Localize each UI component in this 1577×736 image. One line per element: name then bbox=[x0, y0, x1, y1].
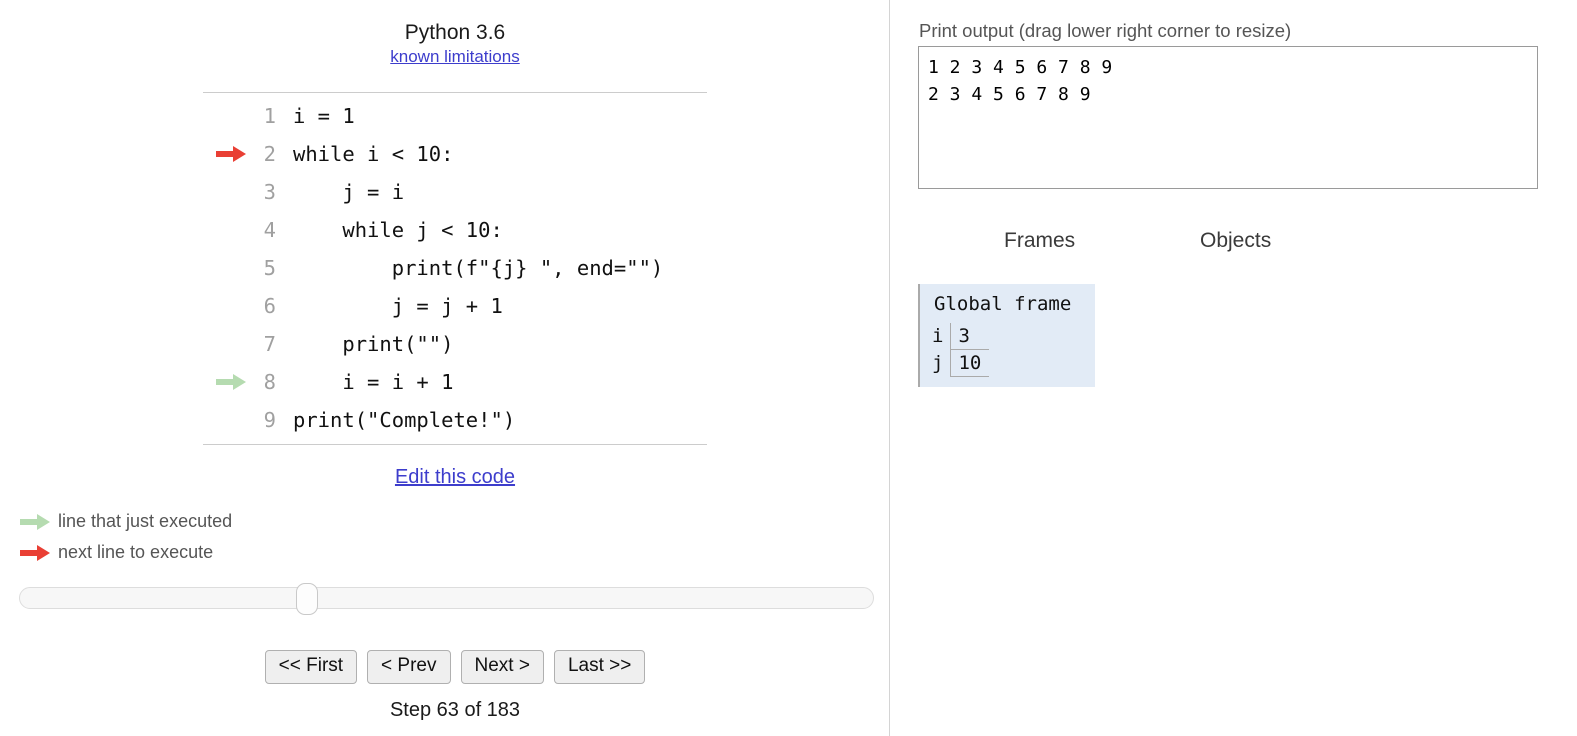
objects-heading: Objects bbox=[1200, 229, 1272, 252]
variable-value: 10 bbox=[950, 349, 990, 377]
line-source: i = 1 bbox=[293, 104, 355, 128]
red-arrow-icon bbox=[216, 146, 246, 162]
edit-this-code-link[interactable]: Edit this code bbox=[203, 466, 707, 489]
python-version-label: Python 3.6 bbox=[404, 21, 506, 44]
line-source: print(f"{j} ", end="") bbox=[293, 256, 664, 280]
global-frame-variables: i 3 j 10 bbox=[932, 323, 990, 377]
line-source: j = j + 1 bbox=[293, 294, 503, 318]
executed-line-arrow-icon bbox=[203, 374, 250, 390]
variable-row: j 10 bbox=[932, 349, 990, 377]
legend-next-label: next line to execute bbox=[58, 542, 214, 562]
code-line[interactable]: 5 print(f"{j} ", end="") bbox=[203, 249, 707, 287]
arrow-legend: line that just executed next line to exe… bbox=[20, 506, 232, 568]
line-source: print("") bbox=[293, 332, 454, 356]
line-number: 4 bbox=[263, 218, 276, 242]
line-source: j = i bbox=[293, 180, 405, 204]
next-line-arrow-icon bbox=[203, 146, 250, 162]
slider-handle[interactable] bbox=[296, 583, 318, 615]
print-output-textarea[interactable]: 1 2 3 4 5 6 7 8 9 2 3 4 5 6 7 8 9 bbox=[918, 46, 1538, 189]
known-limitations-link[interactable]: known limitations bbox=[390, 47, 519, 67]
red-arrow-icon bbox=[20, 544, 50, 561]
code-header: Python 3.6 known limitations bbox=[203, 20, 707, 67]
code-line[interactable]: 2 while i < 10: bbox=[203, 135, 707, 173]
line-number: 1 bbox=[263, 104, 276, 128]
step-counter-label: Step 63 of 183 bbox=[389, 699, 521, 721]
line-number: 7 bbox=[263, 332, 276, 356]
navigation-buttons: << First < Prev Next > Last >> bbox=[203, 650, 707, 684]
line-source: while j < 10: bbox=[293, 218, 503, 242]
code-line[interactable]: 1 i = 1 bbox=[203, 97, 707, 135]
code-line[interactable]: 6 j = j + 1 bbox=[203, 287, 707, 325]
code-display: 1i = 1 2 while i < 10: 3 j = i4 while j < 1… bbox=[203, 92, 707, 445]
line-number: 6 bbox=[263, 294, 276, 318]
code-line[interactable]: 3 j = i bbox=[203, 173, 707, 211]
code-line[interactable]: 7 print("") bbox=[203, 325, 707, 363]
frames-heading: Frames bbox=[1004, 229, 1076, 252]
code-line[interactable]: 4 while j < 10: bbox=[203, 211, 707, 249]
variable-name: i bbox=[932, 325, 944, 348]
global-frame: Global frame i 3 j 10 bbox=[918, 284, 1095, 387]
last-button[interactable]: Last >> bbox=[553, 650, 646, 684]
line-number: 8 bbox=[263, 370, 276, 394]
line-source: while i < 10: bbox=[293, 142, 454, 166]
legend-executed-label: line that just executed bbox=[58, 511, 233, 531]
line-number: 9 bbox=[263, 408, 276, 432]
first-button[interactable]: << First bbox=[264, 650, 358, 684]
line-source: i = i + 1 bbox=[293, 370, 454, 394]
prev-button[interactable]: < Prev bbox=[367, 650, 451, 684]
execution-step-slider[interactable] bbox=[19, 583, 874, 615]
global-frame-title: Global frame bbox=[934, 293, 1072, 315]
variable-value: 3 bbox=[950, 323, 990, 350]
print-output-label: Print output (drag lower right corner to… bbox=[919, 20, 1292, 41]
next-button[interactable]: Next > bbox=[460, 650, 544, 684]
legend-row-executed: line that just executed bbox=[20, 506, 232, 537]
line-source: print("Complete!") bbox=[293, 408, 516, 432]
green-arrow-icon bbox=[20, 513, 50, 530]
line-number: 5 bbox=[263, 256, 276, 280]
green-arrow-icon bbox=[216, 374, 246, 390]
line-number: 2 bbox=[263, 142, 276, 166]
code-line[interactable]: 8 i = i + 1 bbox=[203, 363, 707, 401]
variable-name: j bbox=[932, 352, 944, 374]
legend-row-next: next line to execute bbox=[20, 537, 232, 568]
pythontutor-visualizer: Python 3.6 known limitations 1 i = 1 2 whil… bbox=[0, 0, 1577, 736]
code-pane: Python 3.6 known limitations 1 i = 1 2 whil… bbox=[0, 0, 889, 736]
visualization-pane: Print output (drag lower right corner to… bbox=[890, 0, 1577, 736]
line-number: 3 bbox=[263, 180, 276, 204]
code-line[interactable]: 9 print("Complete!") bbox=[203, 401, 707, 439]
variable-row: i3 bbox=[932, 323, 990, 350]
